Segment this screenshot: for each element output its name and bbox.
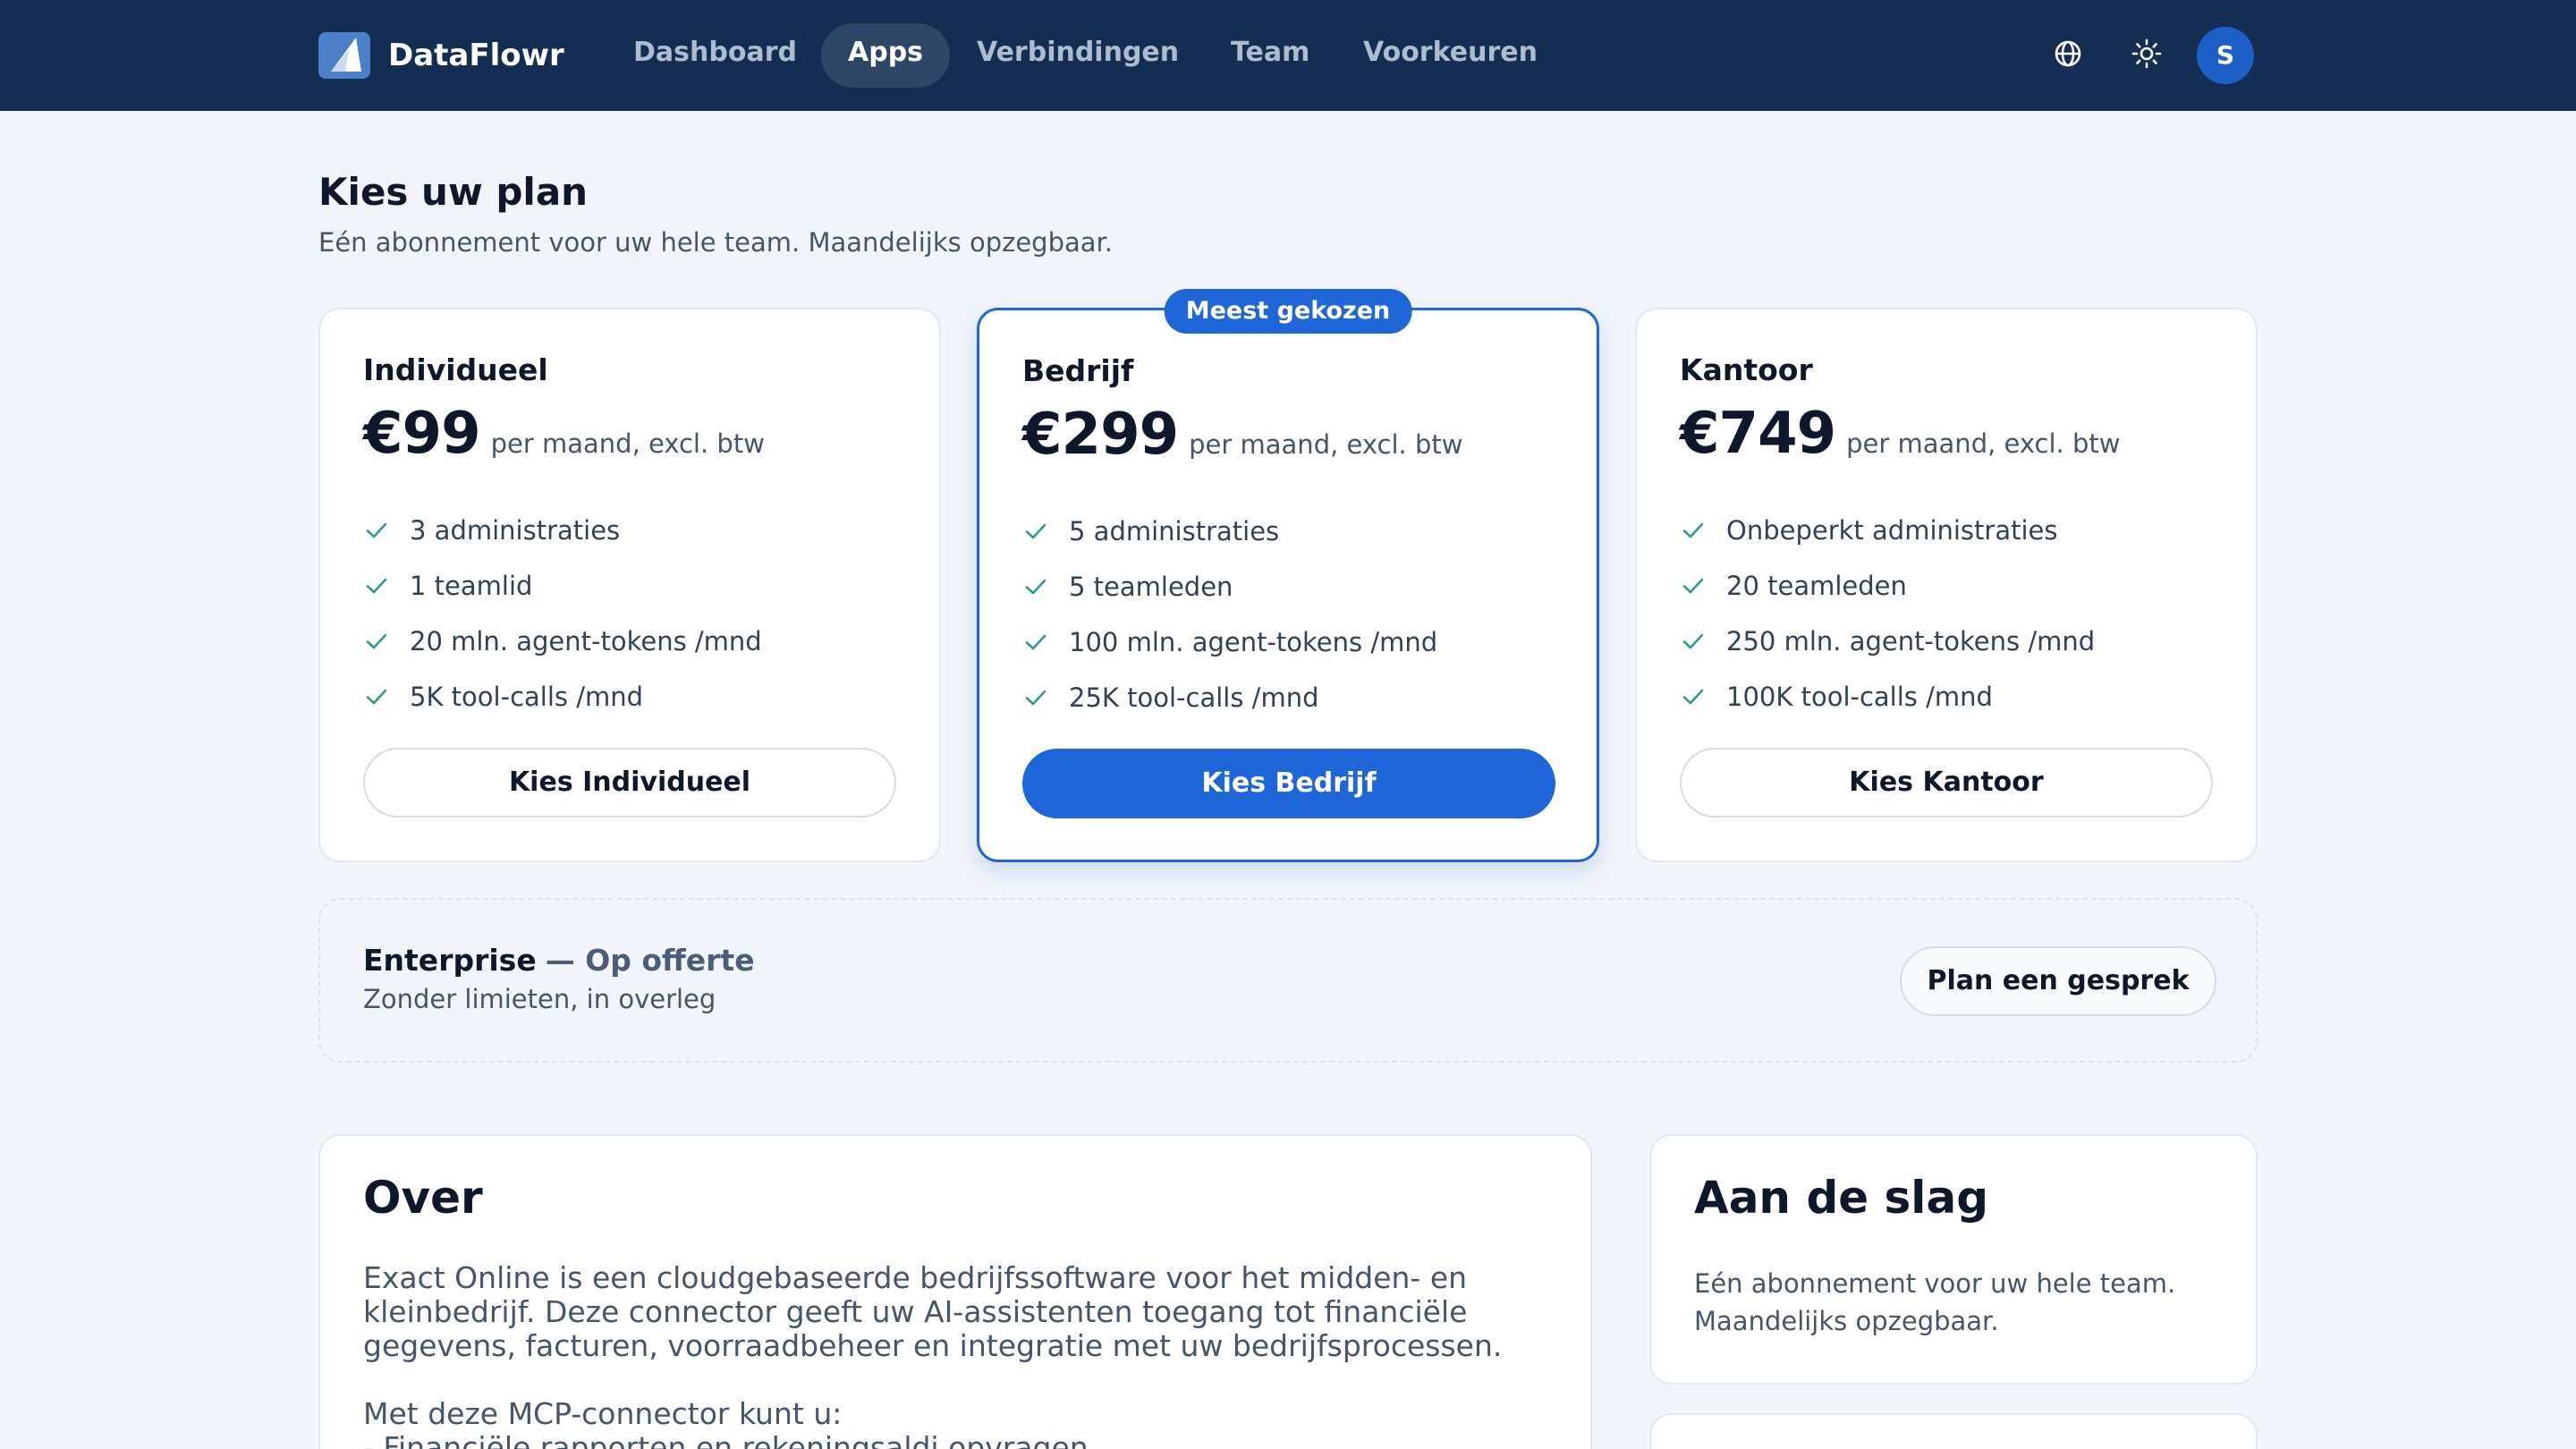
check-icon <box>1025 690 1046 706</box>
feature-label: 5K tool-calls /mnd <box>410 682 644 712</box>
about-description: Exact Online is een cloudgebaseerde bedr… <box>363 1260 1503 1363</box>
feature-label: 100K tool-calls /mnd <box>1726 682 1993 712</box>
plan-card-individueel: Individueel €99 per maand, excl. btw 3 a… <box>318 308 941 862</box>
price-suffix: per maand, excl. btw <box>1846 428 2121 459</box>
nav-item-team[interactable]: Team <box>1204 23 1336 88</box>
feature-label: 1 teamlid <box>410 571 533 601</box>
nav-item-voorkeuren[interactable]: Voorkeuren <box>1336 23 1564 88</box>
check-icon <box>1682 633 1704 649</box>
feature-item: 20 teamleden <box>1680 558 2095 614</box>
choose-kantoor-button[interactable]: Kies Kantoor <box>1680 748 2213 818</box>
plan-name: Individueel <box>363 352 548 387</box>
feature-list: 5 administraties 5 teamleden 100 mln. ag… <box>1022 504 1437 725</box>
page-subtitle: Eén abonnement voor uw hele team. Maande… <box>318 227 1113 258</box>
feature-item: 3 administraties <box>363 503 762 558</box>
check-icon <box>1025 523 1046 539</box>
about-title: Over <box>363 1172 483 1224</box>
check-icon <box>1025 634 1046 650</box>
feature-item: 5 administraties <box>1022 504 1437 559</box>
brand[interactable]: DataFlowr <box>318 30 564 80</box>
plan-name: Kantoor <box>1680 352 1813 387</box>
check-icon <box>1025 579 1046 595</box>
choose-individueel-button[interactable]: Kies Individueel <box>363 748 896 818</box>
check-icon <box>1682 522 1704 538</box>
enterprise-name: Enterprise <box>363 943 537 978</box>
feature-item: 100 mln. agent-tokens /mnd <box>1022 614 1437 670</box>
check-icon <box>1682 689 1704 705</box>
nav-item-dashboard[interactable]: Dashboard <box>606 23 824 88</box>
brand-name: DataFlowr <box>388 38 564 73</box>
about-list-intro: Met deze MCP-connector kunt u: <box>363 1396 843 1431</box>
feature-item: 1 teamlid <box>363 558 762 614</box>
feature-item: 20 mln. agent-tokens /mnd <box>363 614 762 669</box>
plan-price: €749 <box>1680 401 1836 467</box>
feature-label: 100 mln. agent-tokens /mnd <box>1069 627 1438 657</box>
check-icon <box>366 578 387 594</box>
user-avatar[interactable]: S <box>2197 27 2254 84</box>
feature-label: Onbeperkt administraties <box>1726 515 2058 546</box>
plan-price: €99 <box>363 401 481 467</box>
plan-card-kantoor: Kantoor €749 per maand, excl. btw Onbepe… <box>1635 308 2258 862</box>
nav-item-apps[interactable]: Apps <box>821 23 951 88</box>
price-row: €299 per maand, excl. btw <box>1022 402 1462 468</box>
feature-label: 25K tool-calls /mnd <box>1069 682 1319 713</box>
about-capabilities-list: - Financiële rapporten en rekeningsaldi … <box>363 1431 1544 1449</box>
secondary-panel <box>1649 1413 2258 1449</box>
check-icon <box>366 633 387 649</box>
feature-label: 20 teamleden <box>1726 571 1907 601</box>
dataflowr-logo-icon <box>318 32 370 79</box>
check-icon <box>1682 578 1704 594</box>
price-suffix: per maand, excl. btw <box>490 428 765 459</box>
enterprise-title: Enterprise — Op offerte <box>363 943 755 978</box>
sun-icon[interactable] <box>2129 36 2165 72</box>
choose-bedrijf-button[interactable]: Kies Bedrijf <box>1022 749 1555 818</box>
feature-item: 250 mln. agent-tokens /mnd <box>1680 614 2095 669</box>
check-icon <box>366 522 387 538</box>
feature-item: 5 teamleden <box>1022 559 1437 614</box>
feature-item: 25K tool-calls /mnd <box>1022 670 1437 725</box>
about-body: Exact Online is een cloudgebaseerde bedr… <box>363 1261 1544 1449</box>
feature-label: 250 mln. agent-tokens /mnd <box>1726 626 2096 657</box>
feature-list: Onbeperkt administraties 20 teamleden 25… <box>1680 503 2095 724</box>
feature-label: 5 teamleden <box>1069 572 1233 602</box>
getting-started-body: Eén abonnement voor uw hele team. Maande… <box>1694 1268 2176 1336</box>
most-chosen-badge: Meest gekozen <box>1164 289 1412 334</box>
list-item: - Financiële rapporten en rekeningsaldi … <box>363 1430 1089 1449</box>
price-row: €749 per maand, excl. btw <box>1680 401 2120 467</box>
check-icon <box>366 689 387 705</box>
enterprise-subtitle: Zonder limieten, in overleg <box>363 984 716 1014</box>
schedule-call-button[interactable]: Plan een gesprek <box>1900 946 2216 1016</box>
plan-name: Bedrijf <box>1022 353 1134 388</box>
globe-icon[interactable] <box>2050 36 2086 72</box>
nav-item-verbindingen[interactable]: Verbindingen <box>950 23 1206 88</box>
feature-item: Onbeperkt administraties <box>1680 503 2095 558</box>
getting-started-title: Aan de slag <box>1694 1172 1988 1224</box>
feature-item: 5K tool-calls /mnd <box>363 669 762 724</box>
plan-card-bedrijf: Meest gekozen Bedrijf €299 per maand, ex… <box>977 289 1599 862</box>
feature-label: 3 administraties <box>410 515 621 546</box>
about-panel: Over Exact Online is een cloudgebaseerde… <box>318 1134 1592 1449</box>
enterprise-plan: Enterprise — Op offerte Zonder limieten, … <box>318 898 2258 1063</box>
feature-item: 100K tool-calls /mnd <box>1680 669 2095 724</box>
feature-label: 5 administraties <box>1069 516 1280 547</box>
getting-started-panel: Aan de slag Eén abonnement voor uw hele … <box>1649 1134 2258 1385</box>
page-title: Kies uw plan <box>318 170 589 214</box>
feature-label: 20 mln. agent-tokens /mnd <box>410 626 762 657</box>
plan-price: €299 <box>1022 402 1179 468</box>
price-row: €99 per maand, excl. btw <box>363 401 765 467</box>
top-navbar: DataFlowr Dashboard Apps Verbindingen Te… <box>0 0 2576 111</box>
feature-list: 3 administraties 1 teamlid 20 mln. agent… <box>363 503 762 724</box>
price-suffix: per maand, excl. btw <box>1189 429 1463 460</box>
enterprise-price-note: — Op offerte <box>545 943 755 978</box>
